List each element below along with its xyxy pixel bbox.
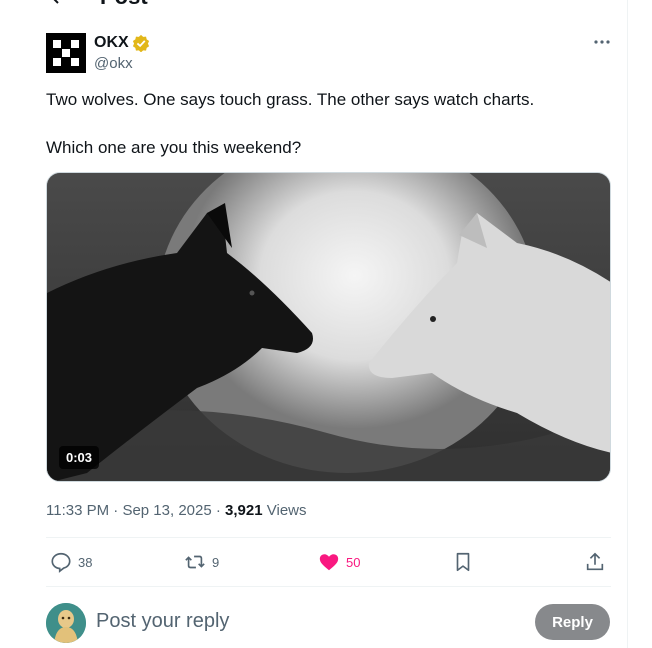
author-avatar[interactable] <box>46 33 86 73</box>
post-time[interactable]: 11:33 PM <box>46 502 109 519</box>
okx-logo-icon <box>46 33 86 73</box>
author-display-name[interactable]: OKX <box>94 34 129 52</box>
divider <box>46 586 611 587</box>
reply-input[interactable]: Post your reply <box>96 610 229 633</box>
post-metadata: 11:33 PM · Sep 13, 2025 · 3,921 Views <box>46 502 307 519</box>
reply-count: 38 <box>78 554 93 570</box>
video-player[interactable]: 0:03 <box>46 172 611 482</box>
author-name-row[interactable]: OKX <box>94 34 150 52</box>
like-count: 50 <box>346 554 361 570</box>
bookmark-action[interactable] <box>452 548 474 576</box>
reply-icon <box>51 552 71 573</box>
user-avatar[interactable] <box>46 603 86 643</box>
share-icon <box>586 552 604 571</box>
verified-badge-icon[interactable] <box>132 34 150 52</box>
tweet-line: Two wolves. One says touch grass. The ot… <box>46 90 535 109</box>
back-arrow-icon[interactable] <box>50 0 70 4</box>
bookmark-icon <box>456 552 470 572</box>
author-handle[interactable]: @okx <box>94 55 150 72</box>
views-count: 3,921 <box>225 502 263 519</box>
page-title: Post <box>100 0 148 10</box>
action-bar: 38 9 50 <box>46 548 611 576</box>
tweet-line: Which one are you this weekend? <box>46 138 302 157</box>
video-duration: 0:03 <box>59 446 100 469</box>
reply-action[interactable]: 38 <box>50 548 92 576</box>
like-action[interactable]: 50 <box>318 548 360 576</box>
post-date[interactable]: Sep 13, 2025 <box>122 502 211 519</box>
repost-icon <box>185 555 205 569</box>
separator: · <box>113 502 119 519</box>
user-avatar-image <box>46 603 86 643</box>
views-label: Views <box>266 502 307 519</box>
post-detail-panel: Post OKX @okx Two wolves. One sa <box>0 0 628 648</box>
divider <box>46 537 611 538</box>
repost-action[interactable]: 9 <box>184 548 219 576</box>
repost-count: 9 <box>212 554 220 570</box>
wolves-video-thumbnail <box>47 173 610 481</box>
separator: · <box>215 502 221 519</box>
tweet-text: Two wolves. One says touch grass. The ot… <box>46 88 606 160</box>
reply-button[interactable]: Reply <box>535 604 610 640</box>
share-action[interactable] <box>584 548 606 576</box>
more-options-icon[interactable] <box>590 34 614 50</box>
author-info: OKX @okx <box>94 34 150 72</box>
heart-icon <box>319 554 339 571</box>
